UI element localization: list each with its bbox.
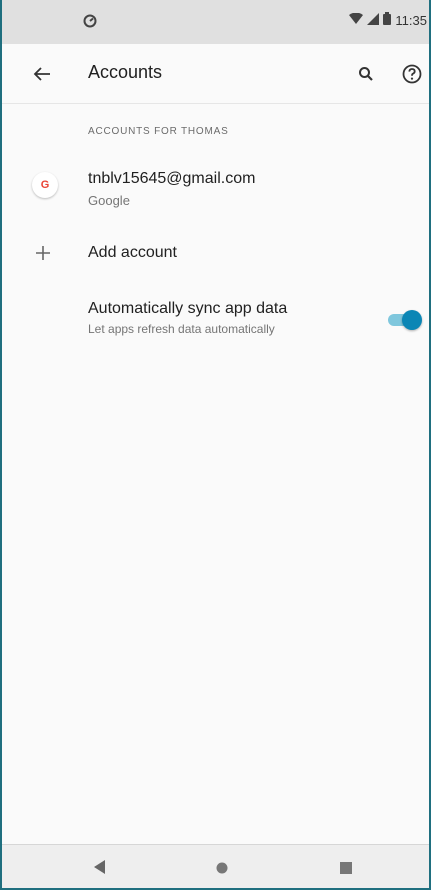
help-icon[interactable] — [400, 62, 424, 86]
add-account-label: Add account — [88, 244, 177, 261]
back-triangle-icon[interactable] — [94, 860, 106, 879]
google-icon: G — [32, 172, 58, 198]
plus-icon — [32, 242, 54, 264]
signal-icon — [367, 12, 380, 28]
recents-square-icon[interactable] — [340, 861, 352, 879]
status-time: 11:35 — [395, 12, 427, 28]
account-item-google[interactable]: G tnblv15645@gmail.com Google — [2, 160, 429, 220]
app-bar: Accounts — [2, 44, 429, 104]
section-header: ACCOUNTS FOR THOMAS — [88, 126, 229, 137]
home-circle-icon[interactable] — [216, 861, 228, 879]
navigation-bar — [2, 844, 429, 888]
page-title: Accounts — [88, 62, 163, 82]
add-account-button[interactable]: Add account — [2, 232, 429, 280]
sync-subtitle: Let apps refresh data automatically — [88, 322, 275, 336]
back-arrow-icon[interactable] — [30, 62, 54, 86]
status-icons: 11:35 — [349, 12, 427, 28]
phone-screen: 11:35 Accounts ACCOUNTS FOR THOMAS G tnb… — [0, 0, 431, 890]
search-icon[interactable] — [354, 62, 378, 86]
sync-title: Automatically sync app data — [88, 300, 288, 317]
wifi-icon — [349, 12, 364, 28]
toggle-thumb — [402, 310, 422, 330]
battery-icon — [383, 12, 392, 28]
account-provider: Google — [88, 193, 130, 208]
status-bar: 11:35 — [2, 0, 429, 44]
sync-toggle[interactable] — [386, 310, 422, 330]
notification-icon — [82, 13, 98, 29]
account-email: tnblv15645@gmail.com — [88, 170, 256, 187]
sync-setting-row[interactable]: Automatically sync app data Let apps ref… — [2, 296, 429, 356]
